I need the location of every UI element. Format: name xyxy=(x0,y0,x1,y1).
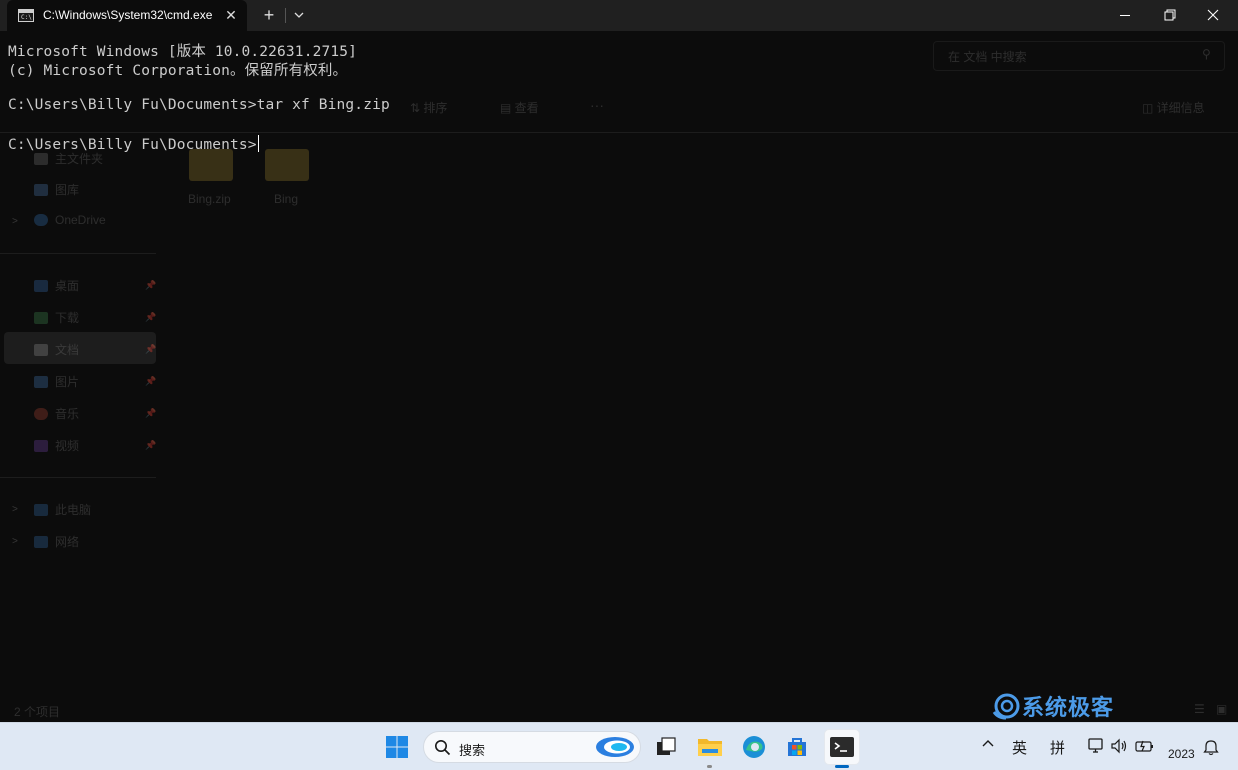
console-line: C:\Users\Billy Fu\Documents>tar xf Bing.… xyxy=(8,97,390,113)
ghost-sidebar-onedrive: OneDrive xyxy=(34,213,106,227)
ghost-sidebar-divider xyxy=(0,253,156,254)
console-prompt-line[interactable]: C:\Users\Billy Fu\Documents> xyxy=(8,135,259,153)
console-line: (c) Microsoft Corporation。保留所有权利。 xyxy=(8,63,348,79)
pin-icon: 📌 xyxy=(145,344,157,354)
ghost-sidebar-documents: 文档 xyxy=(34,341,79,358)
ghost-sidebar-desktop: 桌面 xyxy=(34,277,79,294)
windows-start-icon[interactable] xyxy=(379,729,415,765)
show-hidden-icons-icon[interactable] xyxy=(981,735,995,754)
console-line: Microsoft Windows [版本 10.0.22631.2715] xyxy=(8,44,357,60)
ghost-search-icon: ⚲ xyxy=(1202,47,1211,61)
console-prompt: C:\Users\Billy Fu\Documents> xyxy=(8,137,257,153)
close-tab-button[interactable]: ✕ xyxy=(220,4,242,26)
text-cursor xyxy=(257,135,259,152)
active-app-indicator xyxy=(835,765,849,768)
edge-icon[interactable] xyxy=(736,729,772,765)
ghost-tiles-view-icon: ▣ xyxy=(1216,702,1228,716)
pin-icon: 📌 xyxy=(145,440,157,450)
pin-icon: 📌 xyxy=(145,376,157,386)
ghost-sidebar-gallery: 图库 xyxy=(34,181,79,198)
pin-icon: 📌 xyxy=(145,280,157,290)
console-area[interactable]: 在 文档 中搜索 ⚲ ⇅ 排序 ▤ 查看 ··· ◫ 详细信息 主文件夹 图库 … xyxy=(0,31,1238,722)
ghost-expand-arrow: > xyxy=(12,216,18,227)
ghost-toolbar-divider xyxy=(0,132,1238,133)
divider xyxy=(285,8,286,23)
battery-icon[interactable] xyxy=(1135,737,1155,760)
ghost-sidebar-videos: 视频 xyxy=(34,437,79,454)
close-window-button[interactable] xyxy=(1190,0,1236,31)
pin-icon: 📌 xyxy=(145,312,157,322)
ghost-file-zip: Bing.zip xyxy=(188,192,231,206)
search-icon xyxy=(434,739,451,761)
chevron-down-icon[interactable] xyxy=(290,4,308,26)
ghost-more-button: ··· xyxy=(590,97,604,113)
task-view-icon[interactable] xyxy=(648,729,684,765)
new-tab-button[interactable]: + xyxy=(258,4,280,26)
ime-language-indicator[interactable]: 英 xyxy=(1012,737,1027,758)
tab-title: C:\Windows\System32\cmd.exe xyxy=(43,8,213,22)
ghost-view-button: ▤ 查看 xyxy=(500,101,539,115)
ghost-sidebar-network: 网络 xyxy=(34,533,79,550)
taskbar-search-box[interactable]: 搜索 xyxy=(423,731,641,763)
ghost-status-text: 2 个项目 xyxy=(14,705,61,719)
folder-icon xyxy=(265,149,309,181)
ghost-expand-arrow: > xyxy=(12,504,18,515)
terminal-icon[interactable] xyxy=(824,729,860,765)
running-indicator xyxy=(707,765,712,768)
tab-cmd[interactable]: C:\ C:\Windows\System32\cmd.exe ✕ xyxy=(7,0,247,31)
ghost-sidebar-music: 音乐 xyxy=(34,405,79,422)
ghost-details-button: ◫ 详细信息 xyxy=(1142,101,1205,115)
notification-bell-icon[interactable] xyxy=(1203,738,1219,761)
ghost-sidebar-pictures: 图片 xyxy=(34,373,79,390)
volume-icon[interactable] xyxy=(1110,737,1128,760)
ghost-details-view-icon: ☰ xyxy=(1194,702,1205,716)
minimize-button[interactable] xyxy=(1102,0,1148,31)
pin-icon: 📌 xyxy=(145,408,157,418)
cmd-icon: C:\ xyxy=(18,9,34,22)
ghost-sidebar-thispc: 此电脑 xyxy=(34,501,91,518)
network-icon[interactable] xyxy=(1087,737,1105,760)
ghost-expand-arrow: > xyxy=(12,536,18,547)
title-bar: C:\ C:\Windows\System32\cmd.exe ✕ + xyxy=(0,0,1238,31)
ghost-file-folder: Bing xyxy=(274,192,299,206)
watermark-text: 系统极客 xyxy=(1022,696,1115,721)
ghost-sort-button: ⇅ 排序 xyxy=(410,101,448,115)
ghost-sidebar-divider xyxy=(0,477,156,478)
search-label: 搜索 xyxy=(459,743,486,758)
store-icon[interactable] xyxy=(779,729,815,765)
file-explorer-icon[interactable] xyxy=(692,729,728,765)
watermark-logo-icon xyxy=(992,692,1020,720)
watermark: 系统极客 xyxy=(992,691,1114,721)
ghost-sidebar-downloads: 下载 xyxy=(34,309,79,326)
taskbar: 搜索 英 拼 2023 xyxy=(0,722,1238,770)
copilot-icon[interactable] xyxy=(594,735,636,764)
restore-button[interactable] xyxy=(1146,0,1192,31)
taskbar-clock[interactable]: 2023 xyxy=(1168,747,1195,761)
ghost-selected-row xyxy=(4,332,156,364)
ime-mode-indicator[interactable]: 拼 xyxy=(1050,737,1065,758)
zip-folder-icon xyxy=(189,149,233,181)
ghost-search-placeholder: 在 文档 中搜索 xyxy=(948,50,1027,64)
